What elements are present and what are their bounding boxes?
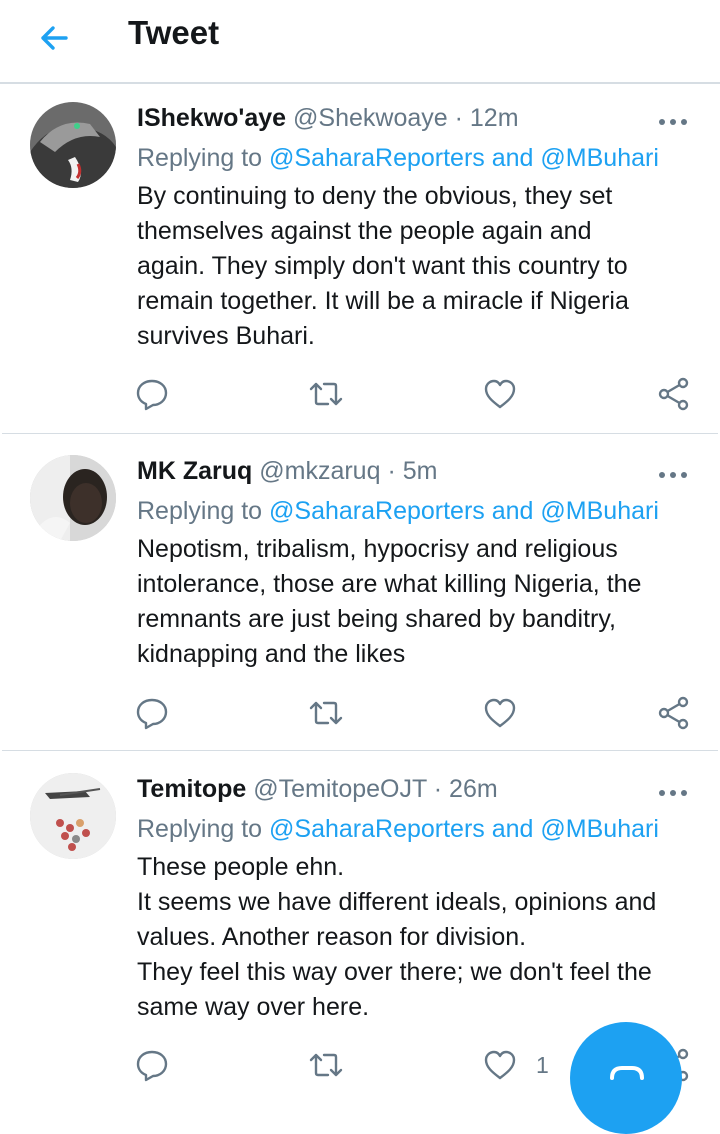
heart-icon[interactable] — [482, 695, 518, 731]
compose-button[interactable] — [570, 1022, 682, 1134]
more-dots-icon[interactable] — [656, 786, 690, 800]
separator-dot: · — [387, 457, 396, 485]
timestamp[interactable]: 26m — [449, 775, 498, 803]
and-link[interactable]: and — [492, 144, 534, 172]
divider — [2, 750, 718, 751]
tweet-header: IShekwo'aye @Shekwoaye · 12m — [137, 104, 519, 133]
replying-prefix: Replying to — [137, 497, 263, 525]
timestamp[interactable]: 12m — [470, 104, 519, 132]
share-icon[interactable] — [656, 376, 692, 412]
page-title: Tweet — [128, 14, 220, 51]
tweet-text: These people ehn. It seems we have diffe… — [137, 853, 657, 1021]
display-name[interactable]: Temitope — [137, 775, 246, 803]
like-count: 1 — [536, 1052, 549, 1078]
tweet-header: MK Zaruq @mkzaruq · 5m — [137, 457, 437, 486]
reply-icon[interactable] — [134, 695, 170, 731]
tweet-item[interactable]: MK Zaruq @mkzaruq · 5m Replying to @Saha… — [0, 437, 720, 751]
retweet-icon[interactable] — [308, 1047, 344, 1083]
user-handle[interactable]: @mkzaruq — [259, 457, 380, 485]
display-name[interactable]: IShekwo'aye — [137, 104, 286, 132]
heart-icon[interactable] — [482, 1047, 518, 1083]
replying-to: Replying to @SaharaReporters and @MBuhar… — [137, 144, 659, 173]
tweet-text: Nepotism, tribalism, hypocrisy and relig… — [137, 535, 642, 668]
tweet-header: Temitope @TemitopeOJT · 26m — [137, 775, 498, 804]
retweet-icon[interactable] — [308, 695, 344, 731]
mention-link[interactable]: @MBuhari — [540, 815, 658, 843]
mention-link[interactable]: @SaharaReporters — [269, 497, 485, 525]
replying-prefix: Replying to — [137, 815, 263, 843]
divider — [2, 433, 718, 434]
separator-dot: · — [454, 104, 463, 132]
replying-to: Replying to @SaharaReporters and @MBuhar… — [137, 815, 659, 844]
mention-link[interactable]: @MBuhari — [540, 497, 658, 525]
user-handle[interactable]: @TemitopeOJT — [253, 775, 427, 803]
share-icon[interactable] — [656, 695, 692, 731]
reply-icon[interactable] — [134, 1047, 170, 1083]
mention-link[interactable]: @SaharaReporters — [269, 144, 485, 172]
avatar[interactable] — [30, 773, 116, 859]
heart-icon[interactable] — [482, 376, 518, 412]
mention-link[interactable]: @MBuhari — [540, 144, 658, 172]
avatar[interactable] — [30, 102, 116, 188]
back-arrow-icon[interactable] — [36, 20, 72, 56]
mention-link[interactable]: @SaharaReporters — [269, 815, 485, 843]
replying-to: Replying to @SaharaReporters and @MBuhar… — [137, 497, 659, 526]
top-bar: Tweet — [0, 0, 720, 84]
more-dots-icon[interactable] — [656, 468, 690, 482]
reply-icon[interactable] — [134, 376, 170, 412]
timestamp[interactable]: 5m — [403, 457, 438, 485]
retweet-icon[interactable] — [308, 376, 344, 412]
and-link[interactable]: and — [492, 497, 534, 525]
avatar[interactable] — [30, 455, 116, 541]
and-link[interactable]: and — [492, 815, 534, 843]
tweet-item[interactable]: IShekwo'aye @Shekwoaye · 12m Replying to… — [0, 84, 720, 434]
tweet-actions — [0, 376, 720, 416]
user-handle[interactable]: @Shekwoaye — [293, 104, 448, 132]
more-dots-icon[interactable] — [656, 115, 690, 129]
compose-icon — [610, 1066, 644, 1080]
replying-prefix: Replying to — [137, 144, 263, 172]
display-name[interactable]: MK Zaruq — [137, 457, 252, 485]
separator-dot: · — [433, 775, 443, 803]
tweet-actions — [0, 695, 720, 735]
tweet-text: By continuing to deny the obvious, they … — [137, 182, 629, 350]
